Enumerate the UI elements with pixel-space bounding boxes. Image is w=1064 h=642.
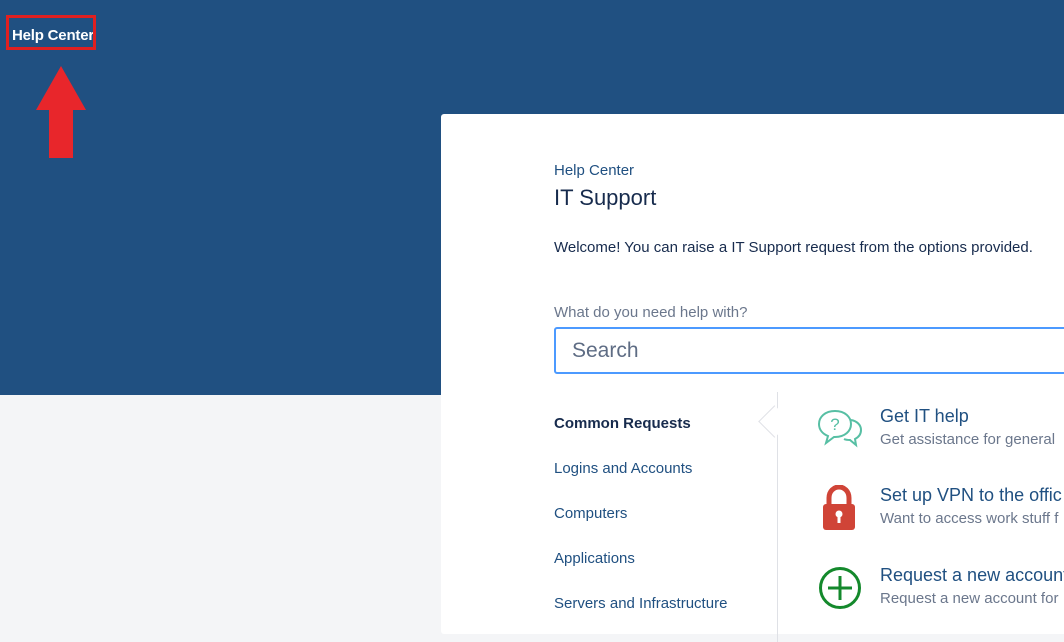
up-arrow-icon <box>36 66 86 158</box>
category-list: Common Requests Logins and Accounts Comp… <box>554 409 727 634</box>
category-applications[interactable]: Applications <box>554 544 727 589</box>
request-title[interactable]: Request a new account <box>880 565 1064 586</box>
request-type-item[interactable]: ? Get IT help Get assistance for general <box>817 406 1064 466</box>
request-description: Want to access work stuff f <box>880 510 1059 527</box>
page-title: IT Support <box>554 185 657 210</box>
request-title[interactable]: Set up VPN to the offic <box>880 485 1062 506</box>
category-computers[interactable]: Computers <box>554 499 727 544</box>
plus-circle-icon <box>819 567 861 609</box>
category-common-requests[interactable]: Common Requests <box>554 409 727 454</box>
search-input[interactable] <box>554 327 1064 374</box>
category-servers-infrastructure[interactable]: Servers and Infrastructure <box>554 589 727 634</box>
svg-text:?: ? <box>830 415 839 434</box>
lock-icon <box>823 485 855 530</box>
active-category-pointer <box>758 405 791 438</box>
request-description: Get assistance for general <box>880 431 1056 448</box>
search-label: What do you need help with? <box>554 304 748 321</box>
request-title[interactable]: Get IT help <box>880 406 969 427</box>
request-type-item[interactable]: Set up VPN to the offic Want to access w… <box>817 485 1064 545</box>
request-type-item[interactable]: Request a new account Request a new acco… <box>817 565 1064 625</box>
portal-card: Help Center IT Support Welcome! You can … <box>441 114 1064 642</box>
welcome-text: Welcome! You can raise a IT Support requ… <box>554 239 1033 256</box>
question-chat-icon: ? <box>817 409 863 448</box>
highlight-box <box>6 15 96 50</box>
breadcrumb[interactable]: Help Center <box>554 162 634 179</box>
request-description: Request a new account for <box>880 590 1059 607</box>
category-logins-accounts[interactable]: Logins and Accounts <box>554 454 727 499</box>
